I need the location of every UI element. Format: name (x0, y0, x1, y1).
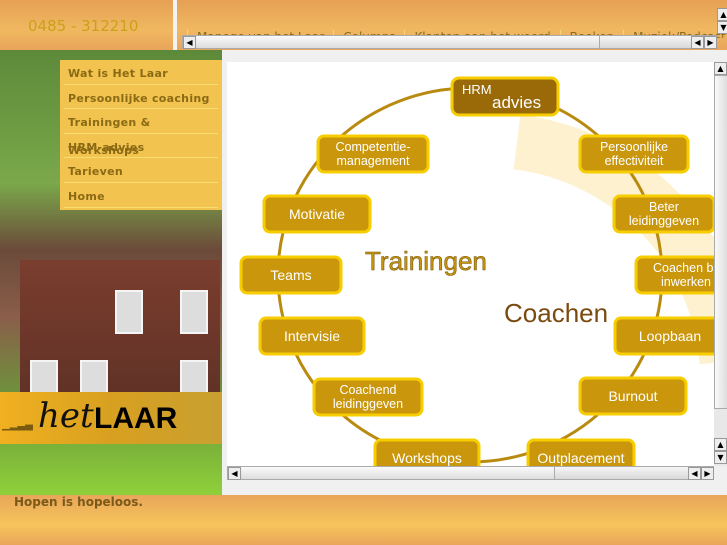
diagram-node-label: management (337, 154, 410, 168)
diagram-node-label: Workshops (392, 450, 462, 466)
scroll-up-arrow-icon[interactable]: ▲ (714, 438, 727, 451)
diagram-node: Competentie-management (316, 134, 430, 174)
diagram-node: Workshops (373, 438, 481, 466)
content-frame: Competentie-management Persoonlijke effect… (222, 50, 727, 495)
services-diagram: Competentie-management Persoonlijkeeffect… (239, 76, 714, 466)
footer-quote: Hopen is hopeloos. (14, 495, 143, 509)
scroll-left-arrow-icon[interactable]: ◀ (688, 467, 701, 480)
coachen-label: Coachen (504, 298, 608, 328)
diagram-node: Outplacement (526, 438, 636, 466)
scroll-down-arrow-icon[interactable]: ▼ (714, 451, 727, 464)
content-horizontal-scrollbar[interactable]: ◀ ◀ ▶ (227, 466, 714, 480)
top-nav-horizontal-scrollbar[interactable]: ◀ ◀ ▶ (182, 35, 717, 49)
content-vertical-scrollbar[interactable]: ▲ ▲ ▼ (714, 62, 727, 466)
footer: Hopen is hopeloos. (0, 495, 727, 545)
diagram-node: Persoonlijkeeffectiviteit (578, 134, 690, 174)
scroll-right-arrow-icon[interactable]: ▶ (704, 36, 717, 49)
diagram-node: Beterleidinggeven (612, 194, 714, 234)
diagram-node-label: Motivatie (289, 206, 345, 222)
diagram-node-label: Coachend (340, 383, 397, 397)
scroll-left-arrow-icon[interactable]: ◀ (691, 36, 704, 49)
menu-item-persoonlijke-coaching[interactable]: Persoonlijke coaching (64, 85, 218, 110)
menu-item-home[interactable]: Home (64, 183, 218, 208)
diagram-node-label: inwerken (661, 275, 711, 289)
scroll-up-arrow-icon[interactable]: ▲ (717, 8, 727, 21)
scrollbar-thumb[interactable] (242, 467, 555, 479)
diagram-node-label: Coachen bij (653, 261, 714, 275)
top-nav-frame: Manege van het Laar Columns Klanten aan he… (173, 0, 727, 50)
advies-label: advies (492, 93, 541, 112)
header-bar: 0485 - 312210 Manege van het Laar Columns… (0, 0, 727, 50)
scroll-left-arrow-icon[interactable]: ◀ (183, 36, 196, 49)
diagram-node: Teams (239, 255, 343, 295)
diagram-node: Motivatie (262, 194, 372, 234)
hrm-label: HRM (462, 82, 492, 97)
trainingen-label: Trainingen (365, 246, 487, 276)
menu-item-tarieven[interactable]: Tarieven (64, 158, 218, 183)
diagram-node-label: Outplacement (537, 450, 624, 466)
logo-het: het (38, 396, 94, 436)
diagram-viewport: Competentie-management Persoonlijke effect… (227, 62, 714, 466)
diagram-node: Burnout (578, 376, 688, 416)
scroll-left-arrow-icon[interactable]: ◀ (228, 467, 241, 480)
diagram-node-label: Beter (649, 200, 679, 214)
side-menu: Wat is Het Laar Persoonlijke coaching Tr… (60, 60, 222, 210)
diagram-node-label: Persoonlijke (600, 140, 668, 154)
het-laar-logo: ▁▂▃▄ het LAAR (0, 392, 222, 444)
diagram-node-label: effectiviteit (605, 154, 664, 168)
diagram-node: Coachen bijinwerken (634, 255, 714, 295)
scroll-up-arrow-icon[interactable]: ▲ (714, 62, 727, 75)
diagram-node-label: leidinggeven (629, 214, 699, 228)
diagram-node-label: Intervisie (284, 328, 340, 344)
menu-item-hrm-advies[interactable]: HRM-advies (64, 134, 218, 159)
scrollbar-thumb[interactable] (197, 36, 600, 48)
diagram-node: Intervisie (258, 316, 366, 356)
menu-item-wat-is-het-laar[interactable]: Wat is Het Laar (64, 60, 218, 85)
logo-laar: LAAR (94, 402, 178, 435)
hrm-advies-node: HRMadvies (450, 76, 560, 117)
diagram-node-label: Loopbaan (639, 328, 701, 344)
diagram-node-label: Teams (270, 267, 311, 283)
phone-number: 0485 - 312210 (28, 17, 139, 35)
scroll-down-arrow-icon[interactable]: ▼ (717, 21, 727, 34)
scroll-right-arrow-icon[interactable]: ▶ (701, 467, 714, 480)
scrollbar-thumb[interactable] (714, 75, 727, 409)
diagram-node: Coachendleidinggeven (312, 377, 424, 417)
bars-icon: ▁▂▃▄ (2, 420, 33, 431)
diagram-node-label: Burnout (608, 388, 657, 404)
diagram-node-label: leidinggeven (333, 397, 403, 411)
diagram-node: Loopbaan (613, 316, 714, 356)
menu-item-trainingen-workshops[interactable]: Trainingen & Workshops (64, 109, 218, 157)
diagram-node-label: Competentie- (335, 140, 410, 154)
